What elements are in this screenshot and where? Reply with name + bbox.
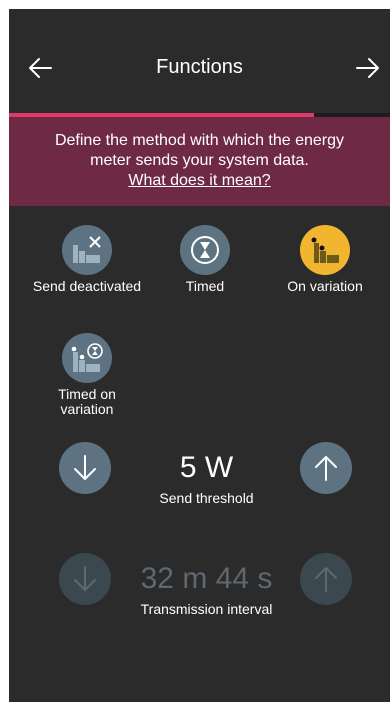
- threshold-label: Send threshold: [159, 490, 254, 506]
- send-deactivated-icon: [62, 225, 112, 275]
- arrow-up-icon: [315, 567, 337, 592]
- option-label: Timed on variation: [58, 386, 116, 417]
- banner-description: Define the method with which the energy …: [54, 132, 345, 169]
- interval-label: Transmission interval: [140, 601, 273, 617]
- help-link[interactable]: What does it mean?: [128, 171, 270, 191]
- option-timed-on-variation[interactable]: Timed on variation: [32, 333, 142, 417]
- option-send-deactivated[interactable]: Send deactivated: [32, 225, 142, 294]
- interval-increase-button[interactable]: [300, 553, 352, 605]
- page-title: Functions: [156, 56, 243, 78]
- timed-variation-icon: [62, 333, 112, 383]
- option-on-variation[interactable]: On variation: [270, 225, 380, 294]
- option-label: Timed: [185, 278, 225, 294]
- interval-display: 32 m 44 s Transmission interval: [119, 562, 294, 617]
- app-screen: Functions Define the method with which t…: [9, 9, 390, 702]
- interval-value: 32 m 44 s: [140, 562, 273, 595]
- threshold-display: 5 W Send threshold: [119, 451, 294, 506]
- info-banner: Define the method with which the energy …: [9, 117, 390, 206]
- arrow-down-icon: [74, 566, 96, 591]
- variation-chart-icon: [300, 225, 350, 275]
- hourglass-icon: [180, 225, 230, 275]
- threshold-increase-button[interactable]: [300, 442, 352, 494]
- threshold-value: 5 W: [179, 451, 234, 484]
- option-label: Send deactivated: [32, 278, 142, 294]
- arrow-down-icon: [74, 455, 96, 480]
- threshold-decrease-button[interactable]: [59, 442, 111, 494]
- arrow-up-icon: [315, 456, 337, 481]
- forward-arrow-icon[interactable]: [355, 55, 381, 81]
- option-timed[interactable]: Timed: [150, 225, 260, 294]
- header: Functions: [9, 9, 390, 113]
- interval-decrease-button[interactable]: [59, 553, 111, 605]
- option-label: On variation: [287, 278, 363, 294]
